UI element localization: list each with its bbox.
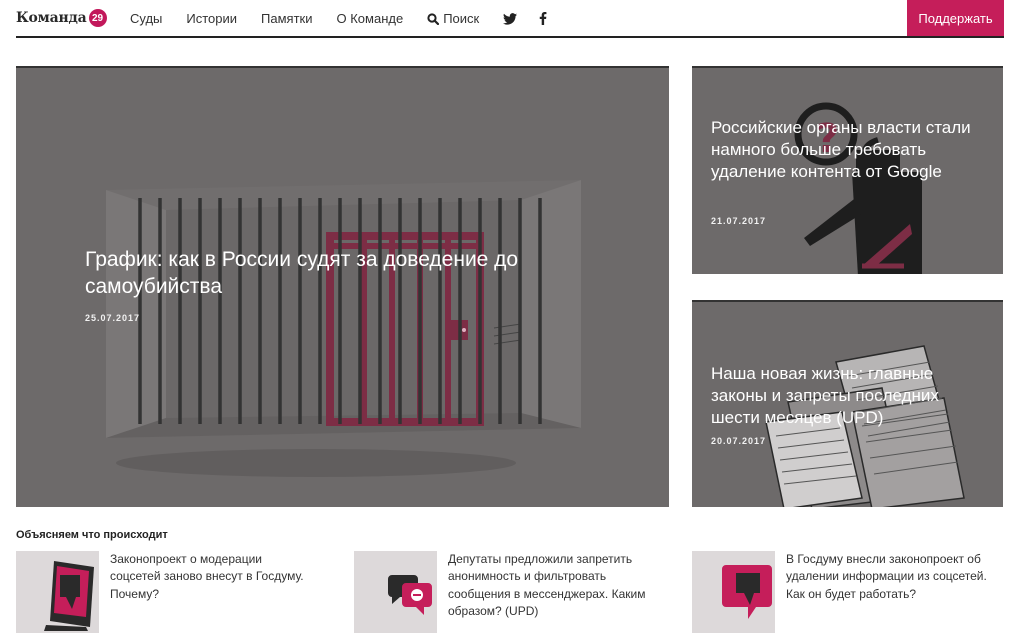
article-title-google[interactable]: Российские органы власти стали намного б… xyxy=(711,117,991,182)
logo-badge: 29 xyxy=(88,9,107,27)
article-date-google: 21.07.2017 xyxy=(711,216,767,226)
site-logo[interactable]: Команда 29 xyxy=(16,7,107,29)
explainer-text[interactable]: Законопроект о модерации соцсетей заново… xyxy=(110,551,315,603)
explainer-text[interactable]: В Госдуму внесли законопроект об удалени… xyxy=(786,551,991,603)
search-link[interactable]: Поиск xyxy=(427,11,479,26)
featured-article-date: 25.07.2017 xyxy=(85,313,141,323)
search-label: Поиск xyxy=(443,11,480,26)
nav-item-about[interactable]: О Команде xyxy=(337,11,404,26)
explainer-item[interactable]: Законопроект о модерации соцсетей заново… xyxy=(16,551,316,633)
explainer-thumbnail xyxy=(354,551,437,633)
thumbs-down-bubble-icon xyxy=(722,565,772,619)
speech-bubbles-icon xyxy=(388,575,432,615)
explainer-item[interactable]: Депутаты предложили запретить анонимност… xyxy=(354,551,654,633)
logo-text: Команда xyxy=(16,10,87,26)
nav-item-courts[interactable]: Суды xyxy=(130,11,162,26)
featured-article-title[interactable]: График: как в России судят за доведение … xyxy=(85,247,555,301)
thumbs-down-monitor-icon xyxy=(44,561,94,631)
explainer-thumbnail xyxy=(16,551,99,633)
explainer-text[interactable]: Депутаты предложили запретить анонимност… xyxy=(448,551,653,621)
explainer-item[interactable]: В Госдуму внесли законопроект об удалени… xyxy=(692,551,992,633)
main-nav: Суды Истории Памятки О Команде Поиск xyxy=(130,11,569,26)
twitter-icon xyxy=(503,12,518,25)
support-button[interactable]: Поддержать xyxy=(907,0,1004,36)
site-header: Команда 29 Суды Истории Памятки О Команд… xyxy=(16,0,1004,38)
explainers-section-title: Объясняем что происходит xyxy=(16,529,168,541)
search-icon xyxy=(427,12,440,25)
nav-item-stories[interactable]: Истории xyxy=(186,11,237,26)
featured-article-card[interactable]: График: как в России судят за доведение … xyxy=(16,66,669,507)
facebook-link[interactable] xyxy=(539,12,547,25)
article-date-new-laws: 20.07.2017 xyxy=(711,436,767,446)
article-card-new-laws[interactable]: Наша новая жизнь: главные законы и запре… xyxy=(692,300,1003,507)
article-card-google[interactable]: ? Российские органы власти стали намного… xyxy=(692,66,1003,274)
twitter-link[interactable] xyxy=(503,12,518,25)
explainer-thumbnail xyxy=(692,551,775,633)
nav-item-guides[interactable]: Памятки xyxy=(261,11,312,26)
article-title-new-laws[interactable]: Наша новая жизнь: главные законы и запре… xyxy=(711,363,991,428)
facebook-icon xyxy=(539,12,547,25)
